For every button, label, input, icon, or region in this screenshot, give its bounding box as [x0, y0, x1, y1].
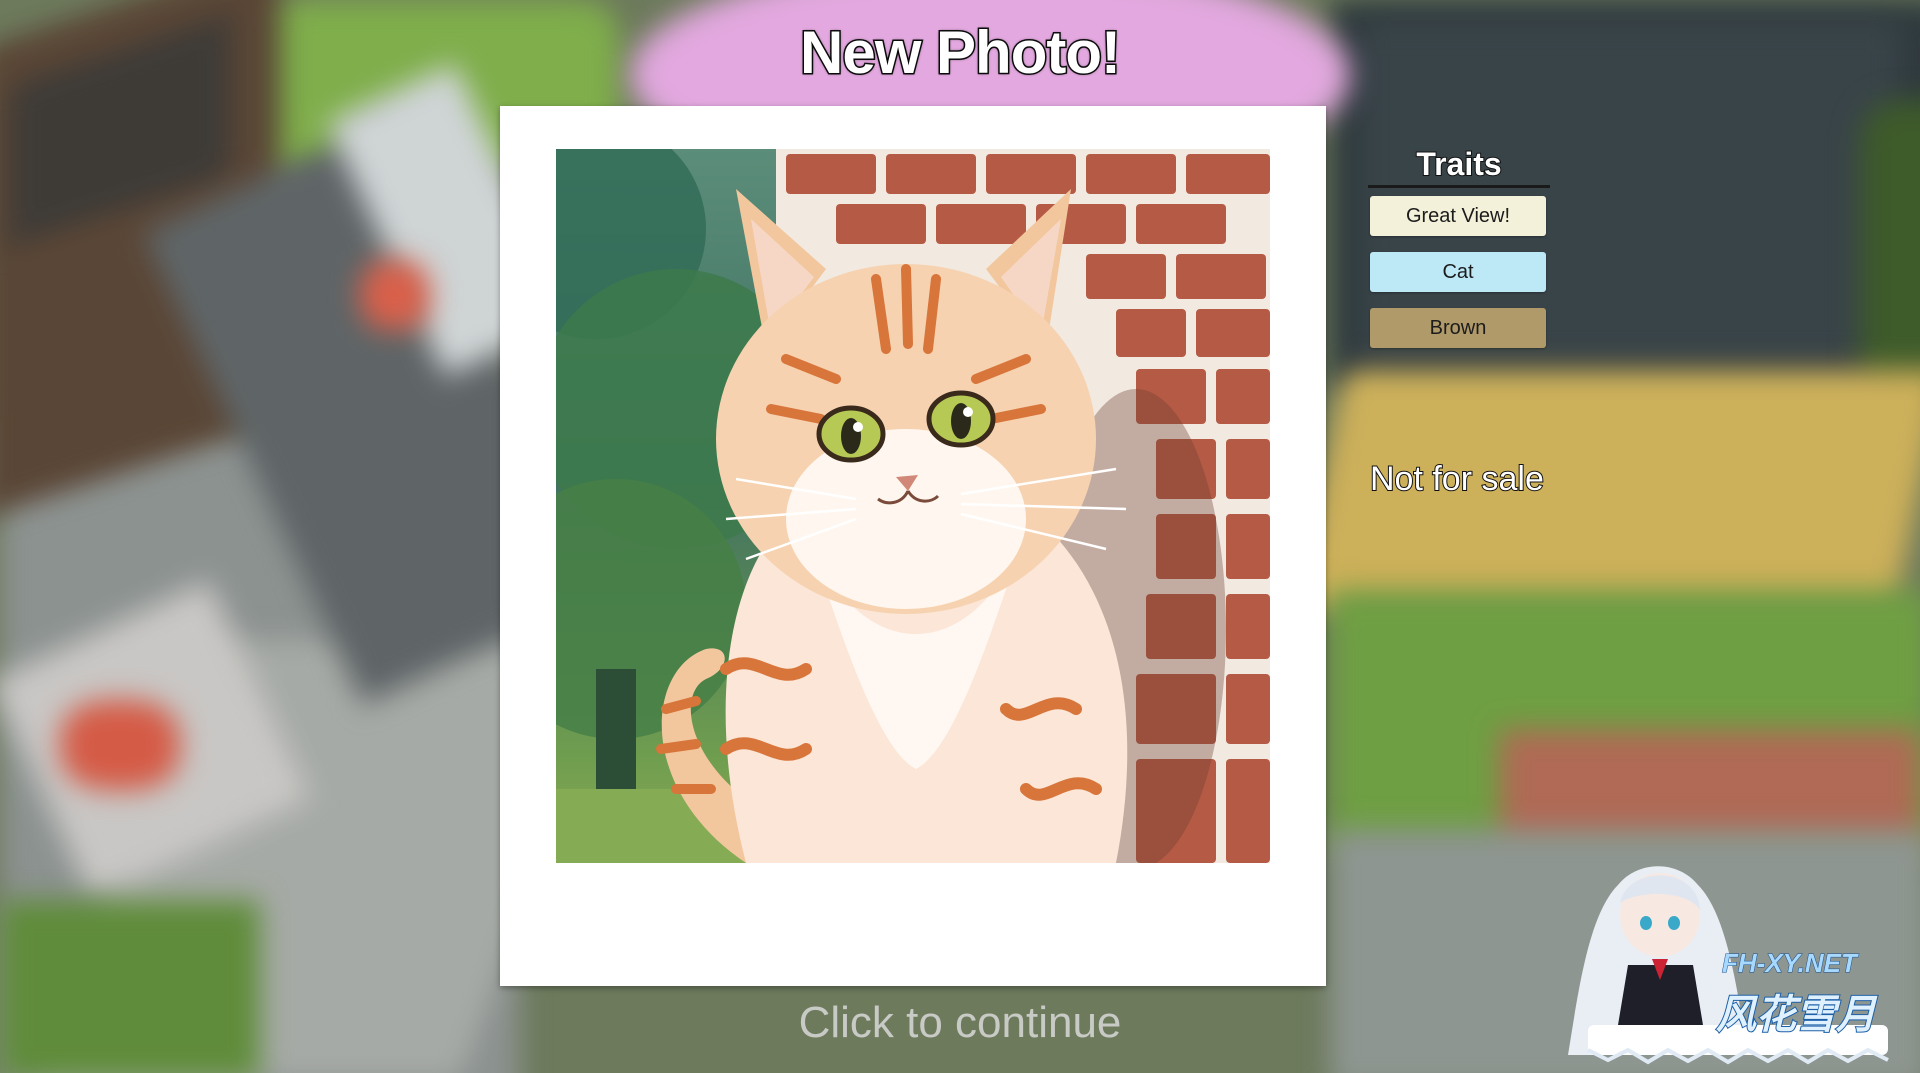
trait-badge-great-view: Great View!: [1370, 196, 1546, 236]
traits-panel: Traits Great View! Cat Brown: [1368, 145, 1550, 348]
sale-status: Not for sale: [1369, 459, 1545, 499]
trait-badge-cat: Cat: [1370, 252, 1546, 292]
new-photo-title: New Photo!: [799, 18, 1123, 88]
cat-photo: [556, 149, 1270, 863]
traits-heading: Traits: [1368, 145, 1550, 188]
watermark-site-text: FH-XY.NET: [1722, 948, 1858, 979]
trait-badge-brown: Brown: [1370, 308, 1546, 348]
watermark-brand-text: 风花雪月: [1715, 992, 1877, 1038]
photo-card[interactable]: [500, 106, 1326, 986]
